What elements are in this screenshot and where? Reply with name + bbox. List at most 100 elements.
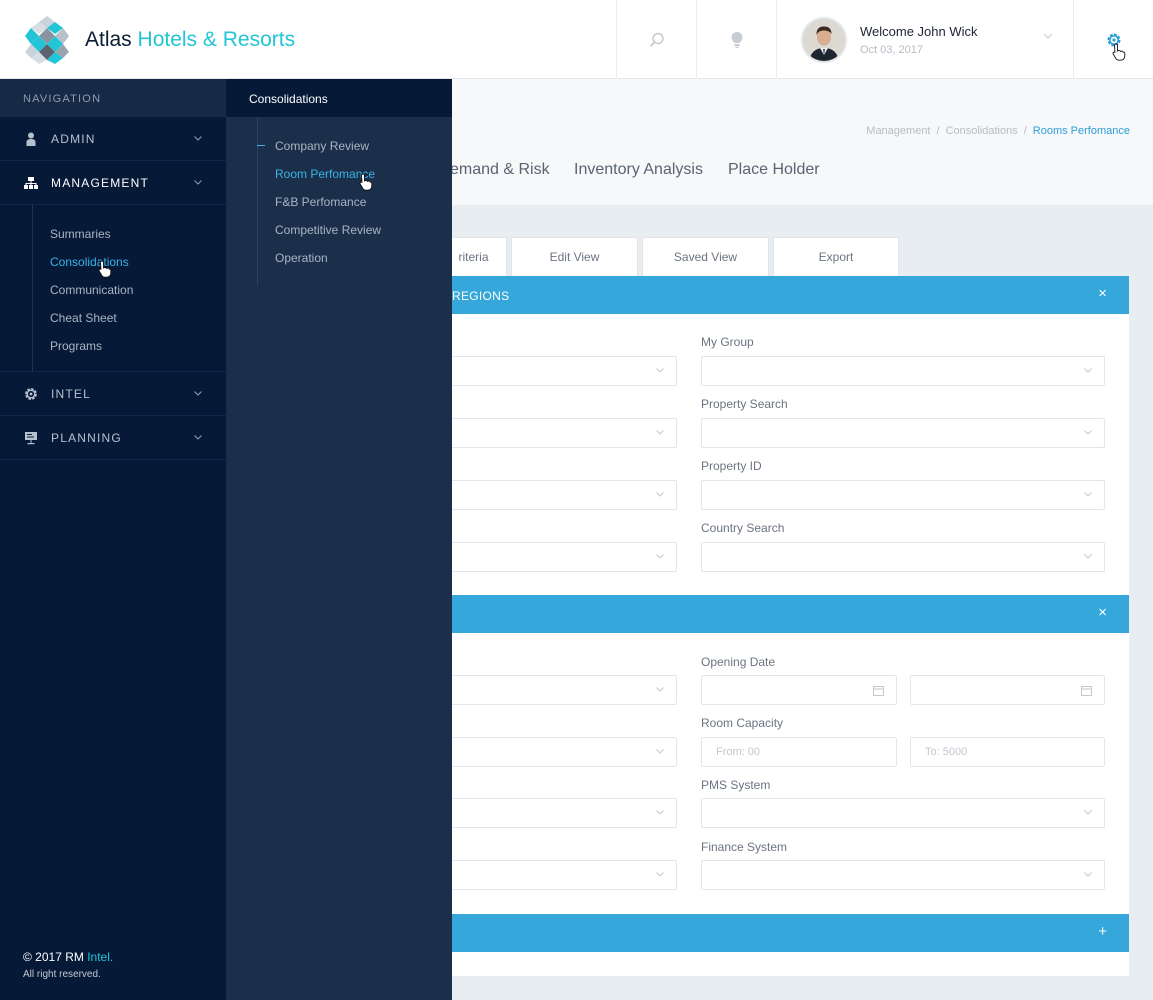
sidebar-item-admin[interactable]: ADMIN — [0, 117, 226, 161]
details-panel-header[interactable]: × — [452, 595, 1129, 633]
pms-system-select[interactable] — [701, 798, 1105, 828]
gear-icon — [23, 386, 39, 402]
finance-system-select[interactable] — [701, 860, 1105, 890]
top-header: Atlas Hotels & Resorts Welcome John Wick… — [0, 0, 1153, 79]
chevron-down-icon — [656, 872, 664, 877]
breadcrumb-item[interactable]: Consolidations — [946, 125, 1018, 137]
notification-button[interactable] — [696, 0, 776, 79]
page-subheader: Management / Consolidations / Rooms Perfoman… — [450, 79, 1153, 205]
saved-view-button[interactable]: Saved View — [642, 237, 769, 276]
breadcrumb-item[interactable]: Management — [866, 125, 930, 137]
my-group-select[interactable] — [701, 356, 1105, 386]
tab-inventory-analysis[interactable]: Inventory Analysis — [574, 161, 703, 179]
placeholder-text: To: 5000 — [925, 746, 968, 758]
hand-cursor-icon — [98, 260, 112, 278]
chevron-down-icon — [656, 810, 664, 815]
chevron-down-icon — [656, 492, 664, 497]
details-left-select-4[interactable] — [440, 860, 677, 890]
brand-name: Atlas — [85, 28, 132, 51]
property-id-select[interactable] — [701, 480, 1105, 510]
flyout-heading: Consolidations — [226, 79, 452, 117]
collapsed-panel-header[interactable]: + — [452, 914, 1129, 952]
chevron-down-icon[interactable] — [1044, 34, 1052, 39]
brand-accent: Hotels & Resorts — [137, 28, 296, 51]
sidebar-subitem-programs[interactable]: Programs — [0, 331, 226, 359]
regions-left-select-4[interactable] — [440, 542, 677, 572]
sidebar-subitem-cheat-sheet[interactable]: Cheat Sheet — [0, 303, 226, 331]
user-date: Oct 03, 2017 — [860, 43, 923, 56]
regions-left-select-3[interactable] — [440, 480, 677, 510]
country-search-label: Country Search — [701, 521, 785, 535]
regions-left-select-2[interactable] — [440, 418, 677, 448]
sidebar-item-intel[interactable]: INTEL — [0, 372, 226, 416]
expand-icon[interactable]: + — [1098, 924, 1107, 939]
sidebar-item-management[interactable]: MANAGEMENT — [0, 161, 226, 205]
my-group-label: My Group — [701, 335, 754, 349]
flyout-item-operation[interactable]: Operation — [226, 243, 452, 271]
opening-date-to[interactable] — [910, 675, 1105, 705]
hierarchy-icon — [23, 175, 39, 191]
room-capacity-from-input[interactable]: From: 00 — [701, 737, 897, 767]
chevron-down-icon — [1084, 492, 1092, 497]
flyout-item-room-perfomance[interactable]: Room Perfomance — [226, 159, 452, 187]
hand-cursor-icon — [359, 173, 373, 191]
chevron-down-icon — [194, 136, 202, 141]
breadcrumb: Management / Consolidations / Rooms Perfoman… — [866, 125, 1130, 137]
flyout-item-competitive-review[interactable]: Competitive Review — [226, 215, 452, 243]
close-icon[interactable]: × — [1098, 605, 1107, 620]
sidebar-subitem-summaries[interactable]: Summaries — [0, 219, 226, 247]
chevron-down-icon — [1084, 554, 1092, 559]
sidebar-heading: NAVIGATION — [0, 79, 226, 117]
opening-date-from[interactable] — [701, 675, 897, 705]
chevron-down-icon — [656, 749, 664, 754]
atlas-logo[interactable] — [22, 14, 72, 66]
sidebar-item-label: INTEL — [51, 386, 92, 401]
chevron-down-icon — [194, 391, 202, 396]
room-capacity-to-input[interactable]: To: 5000 — [910, 737, 1105, 767]
lightbulb-icon — [731, 31, 742, 48]
country-search-select[interactable] — [701, 542, 1105, 572]
chevron-down-icon — [194, 435, 202, 440]
edit-view-button[interactable]: Edit View — [511, 237, 638, 276]
details-left-select-1[interactable] — [440, 675, 677, 705]
tab-demand-risk[interactable]: emand & Risk — [450, 161, 550, 179]
sidebar-subitem-communication[interactable]: Communication — [0, 275, 226, 303]
finance-system-label: Finance System — [701, 840, 788, 854]
sidebar-item-label: MANAGEMENT — [51, 175, 150, 190]
calendar-icon[interactable] — [873, 685, 884, 696]
settings-button[interactable] — [1073, 0, 1153, 79]
placeholder-text: From: 00 — [716, 746, 761, 758]
sidebar-item-planning[interactable]: PLANNING — [0, 416, 226, 460]
copyright-accent: Intel. — [87, 950, 114, 964]
sidebar-footer: © 2017 RM Intel. All right reserved. — [23, 950, 113, 980]
brand-title: Atlas Hotels & Resorts — [85, 28, 295, 52]
consolidations-flyout: Consolidations Company Review Room Perfo… — [226, 79, 452, 1000]
details-left-select-2[interactable] — [440, 737, 677, 767]
tab-place-holder[interactable]: Place Holder — [728, 161, 820, 179]
chevron-down-icon — [656, 430, 664, 435]
chevron-down-icon — [656, 687, 664, 692]
property-search-select[interactable] — [701, 418, 1105, 448]
chevron-down-icon — [194, 180, 202, 185]
panel-title: REGIONS — [452, 289, 510, 303]
details-left-select-3[interactable] — [440, 798, 677, 828]
property-search-label: Property Search — [701, 397, 788, 411]
avatar — [801, 16, 847, 63]
user-menu[interactable]: Welcome John Wick Oct 03, 2017 — [776, 0, 1074, 79]
copyright-text: © 2017 RM — [23, 950, 84, 964]
chevron-down-icon — [1084, 872, 1092, 877]
flyout-item-fb-perfomance[interactable]: F&B Perfomance — [226, 187, 452, 215]
regions-panel-header[interactable]: REGIONS × — [452, 276, 1129, 314]
close-icon[interactable]: × — [1098, 286, 1107, 301]
sidebar: NAVIGATION ADMIN MANAGEMENT Summaries Co… — [0, 79, 226, 1000]
chevron-down-icon — [1084, 368, 1092, 373]
sidebar-item-label: PLANNING — [51, 430, 122, 445]
management-submenu: Summaries Consolidations Communication C… — [0, 205, 226, 372]
calendar-icon[interactable] — [1081, 685, 1092, 696]
export-button[interactable]: Export — [773, 237, 899, 276]
regions-left-select-1[interactable] — [440, 356, 677, 386]
search-button[interactable] — [616, 0, 696, 79]
user-icon — [23, 131, 39, 147]
sidebar-subitem-consolidations[interactable]: Consolidations — [0, 247, 226, 275]
chevron-down-icon — [656, 368, 664, 373]
